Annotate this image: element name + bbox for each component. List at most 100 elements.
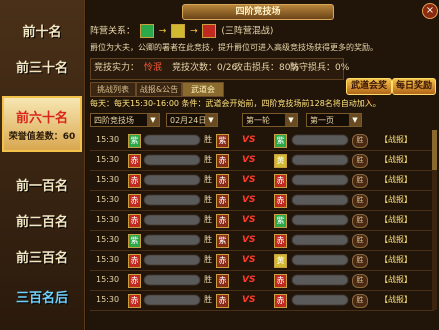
rank-sidebar: 前十名 前三十名 前六十名 荣誉值差数：60 前一百名 前二百名 前三百名 三百…: [0, 0, 85, 330]
right-player-name: [292, 255, 348, 265]
sidebar-item-top200[interactable]: 前二百名: [4, 202, 80, 238]
win-text: 胜: [204, 255, 212, 264]
chevron-down-icon: ▼: [349, 114, 361, 126]
vs-label: VS: [242, 295, 256, 305]
win-text: 胜: [204, 275, 212, 284]
result-badge: 胜: [352, 294, 368, 308]
win-text: 胜: [204, 155, 212, 164]
left-player-name: [144, 155, 200, 165]
battle-report-link[interactable]: 【战报】: [380, 154, 412, 166]
strength-label: 竞技实力：: [94, 63, 140, 73]
left-rank-badge: 赤: [216, 294, 229, 308]
match-time: 15:30: [96, 175, 120, 184]
sidebar-item-top300[interactable]: 前三百名: [4, 238, 80, 274]
right-player-name: [292, 155, 348, 165]
camp-label: 阵营关系：: [90, 26, 136, 37]
scroll-thumb[interactable]: [432, 130, 437, 170]
arena-description: 爵位为大夫，公卿的署者在此竞技，提升爵位可进入高级竞技场获得更多的奖励。: [90, 43, 378, 52]
left-rank-badge: 紫: [216, 134, 229, 148]
battle-report-link[interactable]: 【战报】: [380, 234, 412, 246]
right-camp-badge: 黄: [274, 154, 287, 168]
sidebar-item-top10[interactable]: 前十名: [4, 12, 80, 48]
round-select[interactable]: 第一轮 ▼: [242, 113, 298, 127]
battle-report-link[interactable]: 【战报】: [380, 274, 412, 286]
battle-report-link[interactable]: 【战报】: [380, 134, 412, 146]
daily-reward-button[interactable]: 每日奖励: [392, 78, 436, 95]
vs-label: VS: [242, 215, 256, 225]
sidebar-item-label: 前十名: [22, 24, 62, 40]
left-player-name: [144, 295, 200, 305]
match-time: 15:30: [96, 195, 120, 204]
right-camp-badge: 紫: [274, 214, 287, 228]
right-player-name: [292, 135, 348, 145]
challenge-count: 竞技次数：0/26: [172, 63, 238, 73]
right-player-name: [292, 175, 348, 185]
table-row: 15:30 紫胜紫 VS 紫胜【战报】: [90, 130, 434, 151]
round-select-value: 第一轮: [246, 116, 270, 125]
right-camp-badge: 紫: [274, 134, 287, 148]
vs-label: VS: [242, 135, 256, 145]
arena-select[interactable]: 四阶竞技场 ▼: [90, 113, 160, 127]
arrow-right-icon: →: [190, 26, 198, 37]
match-time: 15:30: [96, 235, 120, 244]
left-player-name: [144, 135, 200, 145]
battle-report-link[interactable]: 【战报】: [380, 294, 412, 306]
win-text: 胜: [204, 295, 212, 304]
tab-alliance[interactable]: 武道会: [182, 82, 224, 97]
left-player-name: [144, 235, 200, 245]
win-text: 胜: [204, 195, 212, 204]
left-rank-badge: 紫: [216, 234, 229, 248]
left-player-name: [144, 275, 200, 285]
page-select[interactable]: 第一页 ▼: [306, 113, 362, 127]
left-camp-badge: 赤: [128, 254, 141, 268]
left-rank-badge: 赤: [216, 174, 229, 188]
sidebar-item-top60[interactable]: 前六十名 荣誉值差数：60: [2, 96, 82, 152]
sidebar-item-label: 前三十名: [15, 60, 68, 76]
battle-report-link[interactable]: 【战报】: [380, 174, 412, 186]
panel-title: 四阶竞技场: [182, 4, 334, 20]
battle-report-link[interactable]: 【战报】: [380, 254, 412, 266]
left-camp-badge: 赤: [128, 274, 141, 288]
win-text: 胜: [204, 235, 212, 244]
left-camp-badge: 赤: [128, 294, 141, 308]
result-badge: 胜: [352, 194, 368, 208]
right-player-name: [292, 215, 348, 225]
right-camp-badge: 赤: [274, 234, 287, 248]
match-time: 15:30: [96, 155, 120, 164]
result-badge: 胜: [352, 274, 368, 288]
defense-loss: 防守损兵：0%: [290, 63, 350, 73]
tab-battle-reports[interactable]: 战报&公告: [136, 82, 182, 97]
tab-challenge-list[interactable]: 挑战列表: [90, 82, 136, 97]
right-player-name: [292, 235, 348, 245]
right-camp-badge: 赤: [274, 294, 287, 308]
right-camp-badge: 赤: [274, 174, 287, 188]
close-button[interactable]: ×: [422, 3, 438, 19]
vs-label: VS: [242, 195, 256, 205]
sidebar-item-label: 前三百名: [15, 250, 68, 266]
match-time: 15:30: [96, 255, 120, 264]
vs-label: VS: [242, 235, 256, 245]
result-badge: 胜: [352, 254, 368, 268]
vs-label: VS: [242, 175, 256, 185]
left-rank-badge: 赤: [216, 254, 229, 268]
result-badge: 胜: [352, 134, 368, 148]
date-select[interactable]: 02月24日 ▼: [166, 113, 218, 127]
sidebar-item-top30[interactable]: 前三十名: [4, 48, 80, 84]
table-row: 15:30 紫胜紫 VS 赤胜【战报】: [90, 230, 434, 251]
battle-report-link[interactable]: 【战报】: [380, 194, 412, 206]
table-row: 15:30 赤胜赤 VS 紫胜【战报】: [90, 210, 434, 231]
match-time: 15:30: [96, 215, 120, 224]
sidebar-item-top100[interactable]: 前一百名: [4, 166, 80, 202]
left-rank-badge: 赤: [216, 214, 229, 228]
left-camp-badge: 紫: [128, 134, 141, 148]
alliance-info-text: 每天：每天15:30-16:00 条件：武道会开始前，四阶竞技场前128名将自动…: [90, 99, 381, 108]
scrollbar[interactable]: [432, 130, 437, 310]
result-badge: 胜: [352, 154, 368, 168]
sidebar-item-after300[interactable]: 三百名后: [4, 278, 80, 314]
sidebar-item-label: 前二百名: [15, 214, 68, 230]
left-camp-badge: 赤: [128, 174, 141, 188]
alliance-reward-button[interactable]: 武道会奖励: [346, 78, 392, 106]
page-select-value: 第一页: [310, 116, 334, 125]
battle-report-link[interactable]: 【战报】: [380, 214, 412, 226]
left-player-name: [144, 215, 200, 225]
